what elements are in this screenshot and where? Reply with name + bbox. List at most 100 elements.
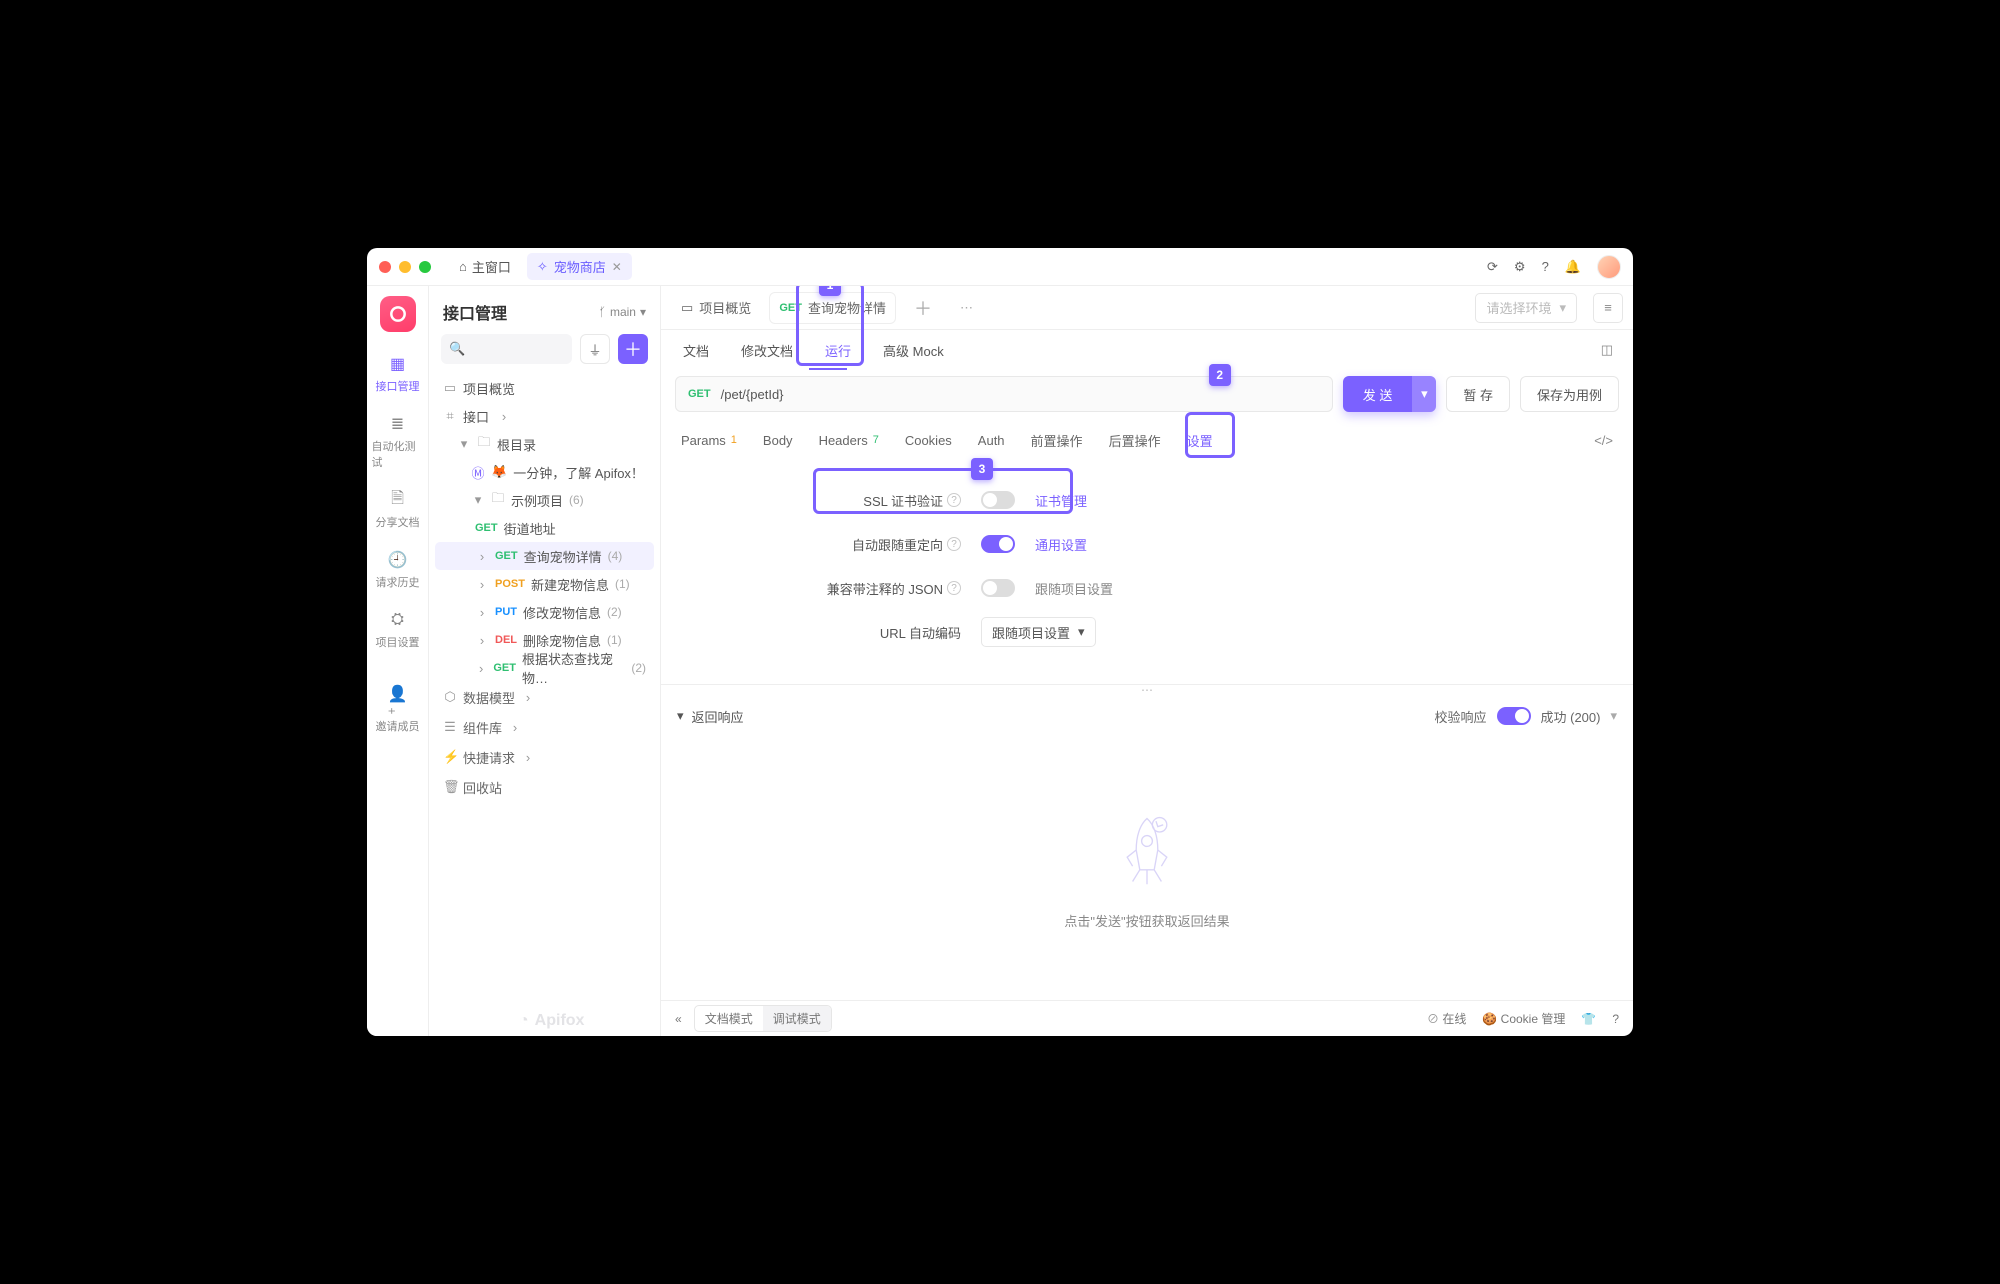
url-input[interactable]: GET /pet/{petId}: [675, 376, 1333, 412]
reqtab-auth[interactable]: Auth: [978, 433, 1005, 448]
chevron-right-icon: ›: [475, 661, 487, 676]
tree-trash[interactable]: 🗑 回收站: [435, 772, 654, 802]
url-path: /pet/{petId}: [721, 387, 784, 402]
tab-more[interactable]: ⋯: [950, 292, 983, 324]
environment-select[interactable]: 请选择环境 ▾: [1475, 293, 1577, 323]
chevron-down-icon[interactable]: ▾: [1610, 708, 1617, 724]
response-body-empty: 点击"发送"按钮获取返回结果: [661, 735, 1633, 1000]
cookie-manage[interactable]: 🍪 Cookie 管理: [1482, 1010, 1565, 1027]
cache-button[interactable]: 暂 存: [1446, 376, 1510, 412]
tshirt-icon[interactable]: 👕: [1581, 1012, 1596, 1026]
tree-sample-project[interactable]: ▾ 🗀 示例项目 (6): [435, 486, 654, 514]
tree-api-item[interactable]: › GET 根据状态查找宠物… (2): [435, 654, 654, 682]
redirect-toggle[interactable]: [981, 535, 1015, 553]
main-window-tab[interactable]: ⌂ 主窗口: [449, 253, 521, 280]
nav-history[interactable]: 🕘 请求历史: [372, 542, 424, 598]
mode-debug[interactable]: 调试模式: [763, 1006, 831, 1031]
url-row: GET /pet/{petId} 发 送 ▾ 2 暂 存 保存为用例: [675, 376, 1619, 412]
method-badge: DEL: [495, 634, 517, 646]
resize-handle[interactable]: ⋯: [661, 683, 1633, 697]
refresh-icon[interactable]: ⟳: [1487, 259, 1498, 275]
info-icon[interactable]: ?: [947, 537, 961, 551]
reqtab-pre[interactable]: 前置操作: [1031, 431, 1083, 450]
settings-icon[interactable]: ⚙: [1514, 259, 1526, 275]
tab-project-overview[interactable]: ▭ 项目概览: [671, 292, 761, 324]
project-tab-label: 宠物商店: [554, 257, 606, 276]
jsonc-toggle[interactable]: [981, 579, 1015, 597]
tree-overview[interactable]: ▭ 项目概览: [435, 374, 654, 402]
nav-share-doc[interactable]: 🗎 分享文档: [372, 482, 424, 538]
nav-label: 请求历史: [376, 574, 420, 590]
reqtab-params[interactable]: Params 1: [681, 433, 737, 448]
tree-label: 回收站: [463, 778, 502, 797]
subtab-doc[interactable]: 文档: [681, 333, 711, 368]
chevron-right-icon: ›: [475, 605, 489, 620]
send-dropdown[interactable]: ▾: [1412, 376, 1436, 412]
tree-api-root[interactable]: ⌗ 接口 ›: [435, 402, 654, 430]
tree-label: 修改宠物信息: [523, 603, 601, 622]
nav-autotest[interactable]: ≣ 自动化测试: [372, 406, 424, 478]
chevron-right-icon: ›: [497, 409, 511, 424]
tab-add[interactable]: ＋: [904, 292, 942, 324]
close-window-icon[interactable]: [379, 261, 391, 273]
tree-api-item[interactable]: › PUT 修改宠物信息 (2): [435, 598, 654, 626]
response-collapse[interactable]: ▾ 返回响应: [677, 707, 744, 726]
tree-api-item[interactable]: › GET 查询宠物详情 (4): [435, 542, 654, 570]
side-panel-toggle[interactable]: ≡: [1593, 293, 1623, 323]
cache-label: 暂 存: [1463, 385, 1493, 404]
params-count: 1: [731, 434, 737, 446]
cookie-icon: 🍪: [1482, 1012, 1497, 1026]
env-placeholder: 请选择环境: [1486, 298, 1551, 317]
save-example-button[interactable]: 保存为用例: [1520, 376, 1619, 412]
maximize-window-icon[interactable]: [419, 261, 431, 273]
setting-label-text: 自动跟随重定向: [852, 535, 943, 554]
help-icon[interactable]: ?: [1612, 1012, 1619, 1026]
collapse-icon[interactable]: «: [675, 1012, 682, 1026]
reqtab-cookies[interactable]: Cookies: [905, 433, 952, 448]
app-logo-icon[interactable]: [380, 296, 416, 332]
general-settings-link[interactable]: 通用设置: [1035, 535, 1087, 554]
left-nav: ▦ 接口管理 ≣ 自动化测试 🗎 分享文档 🕘 请求历史 ⛭ 项目设置 👤⁺: [367, 286, 429, 1036]
help-icon[interactable]: ?: [1542, 259, 1549, 274]
chevron-down-icon: ▾: [640, 305, 646, 319]
reqtab-body[interactable]: Body: [763, 433, 793, 448]
close-tab-icon[interactable]: ✕: [612, 260, 622, 274]
project-tab[interactable]: ✧ 宠物商店 ✕: [527, 253, 632, 280]
titlebar: ⌂ 主窗口 ✧ 宠物商店 ✕ ⟳ ⚙ ? 🔔: [367, 248, 1633, 286]
nav-api-management[interactable]: ▦ 接口管理: [372, 346, 424, 402]
search-input[interactable]: 🔍: [441, 334, 572, 364]
branch-selector[interactable]: ᚶ main ▾: [599, 305, 646, 319]
nav-label: 接口管理: [376, 378, 420, 394]
main-window-label: 主窗口: [472, 257, 511, 276]
nav-invite[interactable]: 👤⁺ 邀请成员: [372, 686, 424, 742]
layers-icon: ☰: [443, 719, 457, 735]
mode-doc[interactable]: 文档模式: [695, 1006, 763, 1031]
api-tree: ▭ 项目概览 ⌗ 接口 › ▾ 🗀 根目录 Ⓜ �: [429, 374, 660, 1036]
tree-api-item[interactable]: GET 街道地址: [435, 514, 654, 542]
notification-icon[interactable]: 🔔: [1565, 259, 1581, 275]
user-avatar[interactable]: [1597, 255, 1621, 279]
info-icon[interactable]: ?: [947, 581, 961, 595]
add-button[interactable]: ＋: [618, 334, 648, 364]
minimize-window-icon[interactable]: [399, 261, 411, 273]
code-generate-icon[interactable]: </>: [1594, 433, 1613, 448]
tree-quick-request[interactable]: ⚡ 快捷请求 ›: [435, 742, 654, 772]
reqtab-headers[interactable]: Headers 7: [819, 433, 879, 448]
subtab-edit-doc[interactable]: 修改文档: [739, 333, 795, 368]
tree-intro[interactable]: Ⓜ 🦊 一分钟，了解 Apifox！: [435, 458, 654, 486]
setting-redirect-row: 自动跟随重定向 ? 通用设置: [681, 522, 1613, 566]
validate-toggle[interactable]: [1497, 707, 1531, 725]
send-button[interactable]: 发 送 ▾: [1343, 376, 1437, 412]
response-placeholder: 点击"发送"按钮获取返回结果: [1064, 911, 1229, 930]
subtab-mock[interactable]: 高级 Mock: [881, 333, 946, 368]
tree-root-dir[interactable]: ▾ 🗀 根目录: [435, 430, 654, 458]
urlenc-select[interactable]: 跟随项目设置 ▾: [981, 617, 1096, 647]
tree-component-lib[interactable]: ☰ 组件库 ›: [435, 712, 654, 742]
tree-label: 查询宠物详情: [524, 547, 602, 566]
nav-project-settings[interactable]: ⛭ 项目设置: [372, 602, 424, 658]
panel-layout-icon[interactable]: ◫: [1601, 342, 1613, 358]
filter-button[interactable]: ⏚: [580, 334, 610, 364]
reqtab-post[interactable]: 后置操作: [1109, 431, 1161, 450]
folder-icon: 🗀: [477, 433, 491, 455]
tree-api-item[interactable]: › POST 新建宠物信息 (1): [435, 570, 654, 598]
